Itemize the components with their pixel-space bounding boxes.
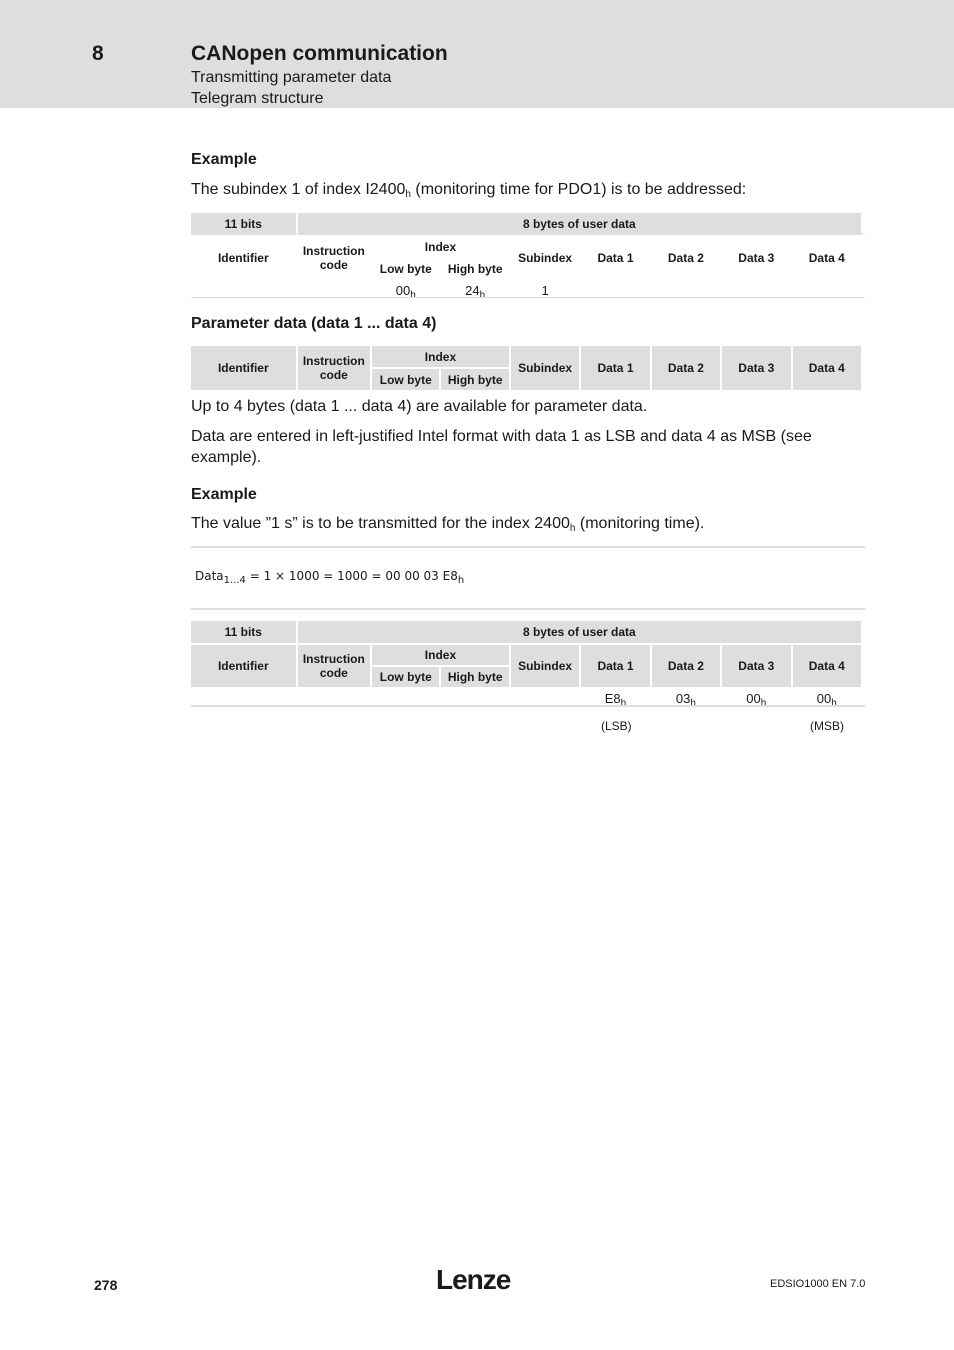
low-byte-header: Low byte (372, 369, 440, 390)
subindex-header: Subindex (510, 237, 580, 279)
chapter-title: CANopen communication (191, 42, 448, 65)
data1-header: Data 1 (581, 237, 650, 279)
subindex-header: Subindex (510, 645, 580, 687)
instruction-code-header: Instruction code (297, 346, 371, 390)
index-header: Index (372, 645, 509, 665)
index-header: Index (372, 237, 509, 257)
telegram-table-value-example: 11 bits 8 bytes of user data Identifier … (189, 619, 863, 709)
lsb-label: (LSB) (601, 719, 632, 733)
data3-header: Data 3 (722, 645, 791, 687)
high-byte-header: High byte (441, 369, 509, 390)
data2-header: Data 2 (651, 645, 721, 687)
data4-header: Data 4 (792, 237, 861, 279)
paragraph-intel-format: Data are entered in left-justified Intel… (191, 428, 812, 466)
chapter-number: 8 (92, 42, 104, 65)
low-byte-header: Low byte (372, 259, 440, 279)
user-data-header: 8 bytes of user data (297, 213, 861, 235)
data3-header: Data 3 (722, 346, 791, 390)
index-header: Index (372, 346, 509, 367)
document-id: EDSIO1000 EN 7.0 (770, 1278, 866, 1290)
data2-header: Data 2 (651, 346, 721, 390)
example-text-2: The value ”1 s” is to be transmitted for… (191, 515, 705, 534)
section-subtitle: Transmitting parameter data (191, 69, 392, 86)
data3-header: Data 3 (722, 237, 791, 279)
low-byte-header: Low byte (372, 667, 440, 687)
example-text-1: The subindex 1 of index I2400h (monitori… (191, 181, 747, 200)
high-byte-header: High byte (441, 667, 509, 687)
data4-header: Data 4 (792, 645, 861, 687)
lenze-logo: Lenze (436, 1264, 511, 1295)
formula: Data1...4 = 1 × 1000 = 1000 = 00 00 03 E… (195, 569, 465, 586)
page-number: 278 (94, 1277, 118, 1293)
parameter-data-heading: Parameter data (data 1 ... data 4) (191, 315, 437, 332)
instruction-code-header: Instruction code (297, 645, 371, 687)
identifier-header: Identifier (191, 237, 296, 279)
identifier-header: Identifier (191, 346, 296, 390)
example-heading-2: Example (191, 486, 257, 503)
subsection-subtitle: Telegram structure (191, 90, 324, 107)
example-heading-1: Example (191, 151, 257, 168)
paragraph-bytes-available: Up to 4 bytes (data 1 ... data 4) are av… (191, 398, 648, 415)
msb-label: (MSB) (810, 719, 844, 733)
user-data-header: 8 bytes of user data (297, 621, 861, 643)
subindex-header: Subindex (510, 346, 580, 390)
telegram-table-parameter-data: Identifier Instruction code Index Subinde… (189, 344, 863, 392)
bits-header: 11 bits (191, 213, 296, 235)
high-byte-header: High byte (441, 259, 509, 279)
data1-header: Data 1 (581, 346, 650, 390)
data4-header: Data 4 (792, 346, 861, 390)
data2-header: Data 2 (651, 237, 721, 279)
page-header: 8 CANopen communication Transmitting par… (0, 0, 954, 108)
data1-header: Data 1 (581, 645, 650, 687)
identifier-header: Identifier (191, 645, 296, 687)
telegram-table-example: 11 bits 8 bytes of user data Identifier … (189, 211, 863, 301)
bits-header: 11 bits (191, 621, 296, 643)
instruction-code-header: Instruction code (297, 237, 371, 279)
